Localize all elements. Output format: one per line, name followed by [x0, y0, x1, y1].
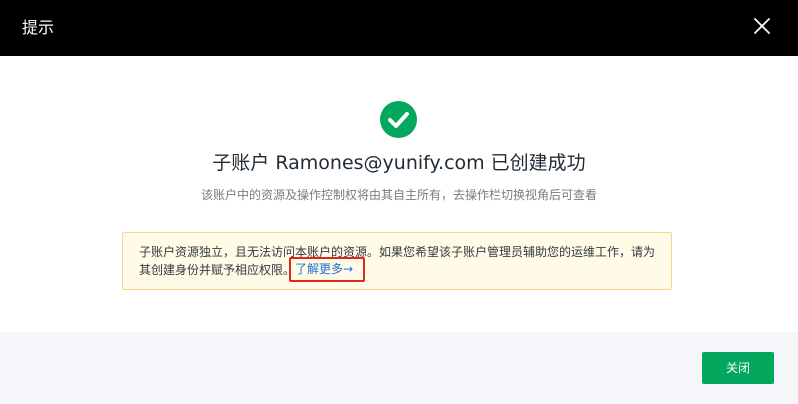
- dialog-footer: 关闭: [0, 332, 798, 404]
- success-subtitle: 该账户中的资源及操作控制权将由其自主所有，去操作栏切换视角后可查看: [200, 188, 597, 202]
- notice-box: 子账户资源独立，且无法访问本账户的资源。如果您希望该子账户管理员辅助您的运维工作…: [122, 232, 672, 290]
- learn-more-link[interactable]: 了解更多→: [289, 257, 365, 282]
- check-circle-icon: [380, 101, 417, 138]
- close-icon[interactable]: [752, 16, 772, 36]
- dialog-body: 子账户 Ramones@yunify.com 已创建成功 该账户中的资源及操作控…: [0, 56, 798, 332]
- notice-text-line1: 子账户资源独立，且无法访问本账户的资源。如果您希望该子账户管理员辅助您的运维工作…: [139, 245, 656, 259]
- dialog-header: 提示: [0, 0, 798, 56]
- notice-text-line2: 其创建身份并赋予相应权限。: [139, 263, 296, 277]
- close-button[interactable]: 关闭: [702, 352, 774, 384]
- dialog-title: 提示: [22, 18, 55, 37]
- success-dialog: 提示 子账户 Ramones@yunify.com 已创建成功 该账户中的资源及…: [0, 0, 798, 404]
- success-title: 子账户 Ramones@yunify.com 已创建成功: [212, 152, 586, 174]
